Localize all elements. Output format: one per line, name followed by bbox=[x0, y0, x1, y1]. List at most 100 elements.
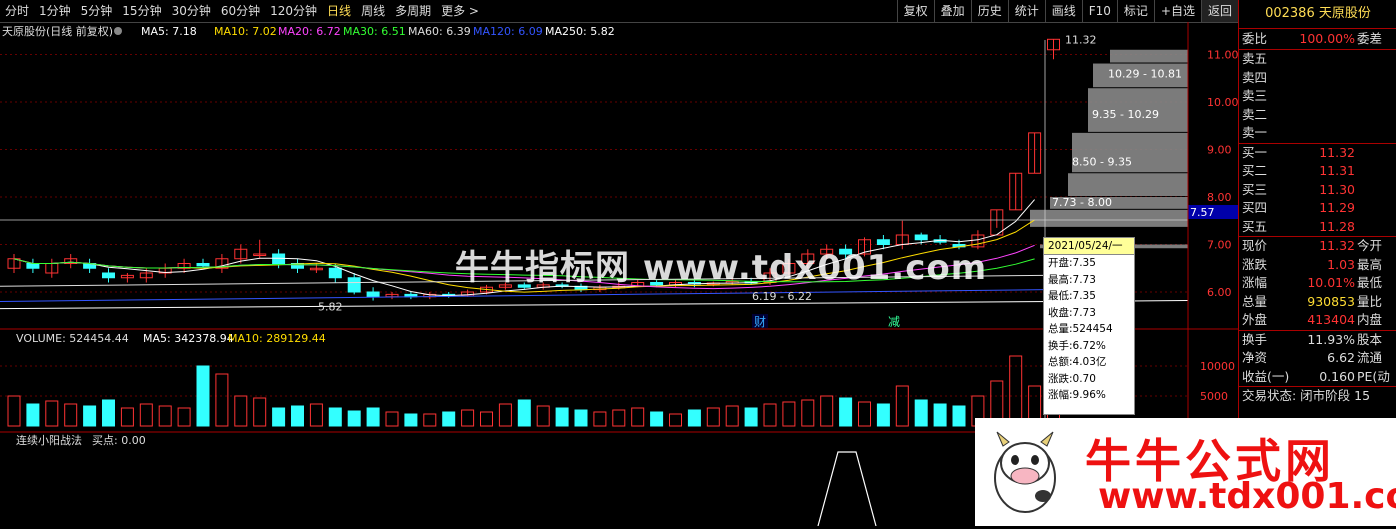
buy-value: 11.30 bbox=[1319, 181, 1355, 197]
volume-bar bbox=[309, 403, 323, 427]
volume-bar bbox=[120, 407, 134, 427]
period-tab-9[interactable]: 多周期 bbox=[390, 0, 436, 22]
period-tab-0[interactable]: 分时 bbox=[0, 0, 34, 22]
fund-row-0: 换手 11.93% 股本 bbox=[1239, 331, 1396, 350]
volume-bar bbox=[404, 413, 418, 427]
stat-value: 10.01% bbox=[1307, 275, 1355, 290]
stat-row-0: 现价 11.32 今开 bbox=[1239, 237, 1396, 256]
price-axis: 11.00 10.00 9.00 8.00 7.00 6.00 bbox=[1207, 49, 1238, 300]
volume-ma10: MA10: 289129.44 bbox=[228, 332, 326, 345]
period-tab-7[interactable]: 日线 bbox=[322, 0, 356, 22]
toolbar-action-6[interactable]: 标记 bbox=[1116, 0, 1154, 22]
volume-bar bbox=[801, 399, 815, 427]
marker-jian[interactable]: 减 bbox=[888, 315, 900, 329]
indicator-line bbox=[817, 451, 877, 526]
buy-label: 买二 bbox=[1242, 163, 1268, 178]
price-tick: 6.00 bbox=[1207, 286, 1232, 299]
period-toolbar: 分时 1分钟 5分钟 15分钟 30分钟 60分钟 120分钟 日线 周线 多周期 更多 > 复权叠… bbox=[0, 0, 1238, 23]
volume-bar bbox=[83, 405, 97, 427]
volume-bar bbox=[442, 411, 456, 427]
stat-row-3: 总量 930853 量比 bbox=[1239, 293, 1396, 312]
action-buttons: 复权 叠加 历史 统计 画线 F10 标记 +自选 返回 bbox=[896, 0, 1238, 22]
period-tab-4[interactable]: 30分钟 bbox=[167, 0, 216, 22]
sell-label: 卖四 bbox=[1242, 69, 1268, 85]
ma-label-0: MA5: 7.18 bbox=[141, 25, 197, 38]
period-tab-1[interactable]: 1分钟 bbox=[34, 0, 76, 22]
fund-row-2: 收益(一) 0.160 PE(动 bbox=[1239, 368, 1396, 387]
stat-label: 涨跌 bbox=[1242, 256, 1268, 272]
toolbar-action-0[interactable]: 复权 bbox=[896, 0, 934, 22]
volume-bar bbox=[631, 407, 645, 427]
period-tab-6[interactable]: 120分钟 bbox=[265, 0, 322, 22]
period-tab-5[interactable]: 60分钟 bbox=[216, 0, 265, 22]
tooltip-row-7: 涨跌:0.70 bbox=[1048, 372, 1096, 385]
volume-bar bbox=[45, 400, 59, 427]
buy-value: 11.28 bbox=[1319, 218, 1355, 234]
volume-bar bbox=[536, 405, 550, 427]
sell-row-4: 卖一 bbox=[1239, 124, 1396, 143]
quote-stats: 现价 11.32 今开 涨跌 1.03 最高 涨幅 10.01% 最低 总量 930853 量比 外盘 4… bbox=[1239, 237, 1396, 331]
chip-label-3: 8.50 - 9.35 bbox=[1072, 155, 1132, 168]
candle-body bbox=[328, 267, 342, 279]
period-tab-2[interactable]: 5分钟 bbox=[76, 0, 118, 22]
tooltip-row-8: 涨幅:9.96% bbox=[1048, 389, 1106, 401]
toolbar-action-1[interactable]: 叠加 bbox=[933, 0, 971, 22]
toolbar-action-4[interactable]: 画线 bbox=[1044, 0, 1082, 22]
volume-bar bbox=[177, 407, 191, 427]
toolbar-action-3[interactable]: 统计 bbox=[1007, 0, 1045, 22]
current-price-tag: 7.57 bbox=[1190, 206, 1215, 219]
toolbar-action-5[interactable]: F10 bbox=[1081, 0, 1117, 22]
chip-block bbox=[1030, 209, 1188, 227]
stat-label: 现价 bbox=[1242, 238, 1268, 253]
tooltip-row-5: 换手:6.72% bbox=[1048, 339, 1106, 352]
volume-bar bbox=[158, 405, 172, 427]
volume-bar bbox=[933, 403, 947, 427]
toolbar-action-2[interactable]: 历史 bbox=[970, 0, 1008, 22]
marker-cai[interactable]: 财 bbox=[754, 315, 766, 329]
period-tab-3[interactable]: 15分钟 bbox=[117, 0, 166, 22]
fund-row-1: 净资 6.62 流通 bbox=[1239, 349, 1396, 368]
ma120-line bbox=[0, 289, 1046, 302]
tooltip-row-2: 最低:7.35 bbox=[1048, 290, 1096, 302]
volume-bar bbox=[687, 409, 701, 427]
volume-bar bbox=[498, 403, 512, 427]
buy-label: 买三 bbox=[1242, 181, 1268, 197]
stat-label: 涨幅 bbox=[1242, 275, 1268, 290]
volume-ma5: MA5: 342378.94 bbox=[143, 332, 234, 345]
stat-value: 930853 bbox=[1307, 293, 1355, 309]
tooltip-row-1: 最高:7.73 bbox=[1048, 273, 1096, 286]
volume-bar bbox=[385, 411, 399, 427]
volume-bar bbox=[876, 403, 890, 427]
volume-bar bbox=[366, 407, 380, 427]
period-tab-8[interactable]: 周线 bbox=[356, 0, 390, 22]
volume-bar bbox=[423, 413, 437, 427]
volume-bar bbox=[272, 407, 286, 427]
price-tick: 11.00 bbox=[1207, 49, 1238, 62]
high-label: 11.32 bbox=[1065, 33, 1097, 46]
weibi-label: 委比 bbox=[1242, 31, 1268, 46]
volume-bar bbox=[517, 399, 531, 427]
ma-label-6: MA250: 5.82 bbox=[545, 25, 615, 38]
volume-bar bbox=[215, 373, 229, 427]
ma-label-2: MA20: 6.72 bbox=[278, 25, 341, 38]
volume-bar bbox=[480, 411, 493, 427]
toolbar-action-8[interactable]: 返回 bbox=[1200, 0, 1238, 22]
ma-toggle-icon[interactable] bbox=[114, 27, 122, 35]
fund-label2: 股本 bbox=[1357, 331, 1383, 347]
volume-bar bbox=[820, 395, 834, 427]
fund-label: 收益(一) bbox=[1242, 368, 1290, 384]
toolbar-action-7[interactable]: +自选 bbox=[1153, 0, 1201, 22]
buy-value: 11.32 bbox=[1319, 144, 1355, 160]
low-label: 5.82 bbox=[318, 301, 343, 314]
stat-value: 11.32 bbox=[1319, 238, 1355, 253]
range-label: 6.19 - 6.22 bbox=[752, 290, 812, 303]
fund-value: 0.160 bbox=[1319, 368, 1355, 384]
period-tab-10[interactable]: 更多 > bbox=[436, 0, 484, 22]
stat-row-1: 涨跌 1.03 最高 bbox=[1239, 256, 1396, 275]
volume-bar bbox=[347, 410, 361, 427]
sell-label: 卖三 bbox=[1242, 88, 1268, 103]
stat-label: 外盘 bbox=[1242, 312, 1268, 327]
buy-row-2: 买三 11.30 bbox=[1239, 181, 1396, 200]
indicator-buy-point: 买点: 0.00 bbox=[92, 434, 146, 447]
volume-bar bbox=[26, 403, 40, 427]
